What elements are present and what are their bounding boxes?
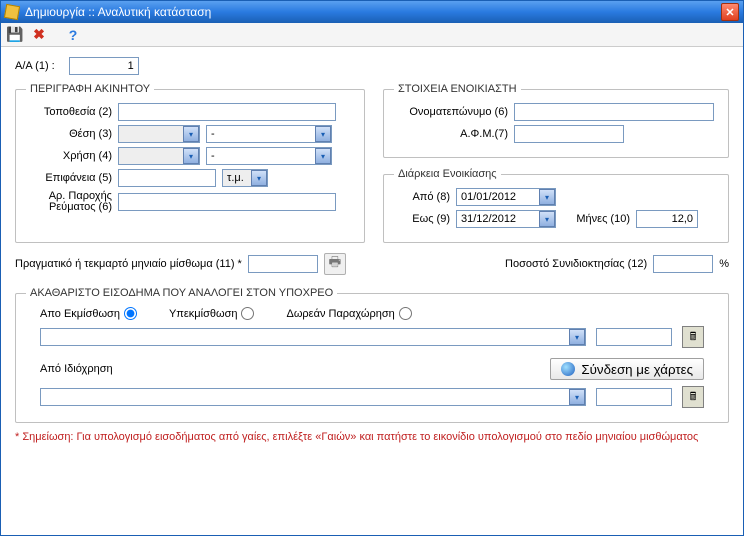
gross-income-fieldset: ΑΚΑΘΑΡΙΣΤΟ ΕΙΣΟΔΗΜΑ ΠΟΥ ΑΝΑΛΟΓΕΙ ΣΤΟΝ ΥΠ… bbox=[15, 287, 729, 423]
to-label: Εως (9) bbox=[394, 213, 456, 225]
rent-input[interactable] bbox=[248, 255, 318, 273]
chevron-down-icon bbox=[539, 189, 555, 205]
afm-label: Α.Φ.Μ.(7) bbox=[394, 128, 514, 140]
location-label: Τοποθεσία (2) bbox=[26, 106, 118, 118]
tenant-fieldset: ΣΤΟΙΧΕΙΑ ΕΝΟΙΚΙΑΣΤΗ Ονοματεπώνυμο (6) Α.… bbox=[383, 83, 729, 158]
content: Α/Α (1) : ΠΕΡΙΓΡΑΦΗ ΑΚΙΝΗΤΟΥ Τοποθεσία (… bbox=[1, 47, 743, 535]
months-label: Μήνες (10) bbox=[556, 213, 636, 225]
fullname-label: Ονοματεπώνυμο (6) bbox=[394, 106, 514, 118]
calculator-icon: 🖩 bbox=[690, 388, 697, 407]
toolbar: 💾 ✖ ? bbox=[1, 23, 743, 47]
printer-icon: 🖶 bbox=[329, 253, 342, 275]
chevron-down-icon bbox=[183, 148, 199, 164]
use-label: Χρήση (4) bbox=[26, 150, 118, 162]
rent-calc-button[interactable]: 🖶 bbox=[324, 253, 346, 275]
to-date-input[interactable]: 31/12/2012 bbox=[456, 210, 556, 228]
opt-sublease[interactable]: Υπεκμίσθωση bbox=[169, 307, 255, 320]
opt-free[interactable]: Δωρεάν Παραχώρηση bbox=[286, 307, 411, 320]
area-label: Επιφάνεια (5) bbox=[26, 172, 118, 184]
aa-label: Α/Α (1) : bbox=[15, 60, 61, 72]
from-label: Από (8) bbox=[394, 191, 456, 203]
from-date-value: 01/01/2012 bbox=[457, 191, 539, 203]
ownership-label: Ποσοστό Συνιδιοκτησίας (12) bbox=[505, 258, 647, 270]
property-description-fieldset: ΠΕΡΙΓΡΑΦΗ ΑΚΙΝΗΤΟΥ Τοποθεσία (2) Θέση (3… bbox=[15, 83, 365, 243]
months-input[interactable] bbox=[636, 210, 698, 228]
chevron-down-icon bbox=[569, 389, 585, 405]
window-title: Δημιουργία :: Αναλυτική κατάσταση bbox=[25, 5, 211, 19]
position-desc-value: - bbox=[207, 128, 315, 140]
income-amount-1[interactable] bbox=[596, 328, 672, 346]
chevron-down-icon bbox=[539, 211, 555, 227]
area-unit-dropdown[interactable]: τ.μ. bbox=[222, 169, 268, 187]
maps-link-button[interactable]: Σύνδεση με χάρτες bbox=[550, 358, 704, 380]
close-button[interactable]: ✕ bbox=[721, 3, 739, 21]
save-button[interactable]: 💾 bbox=[5, 25, 25, 45]
chevron-down-icon bbox=[251, 170, 267, 186]
from-date-input[interactable]: 01/01/2012 bbox=[456, 188, 556, 206]
window: Δημιουργία :: Αναλυτική κατάσταση ✕ 💾 ✖ … bbox=[0, 0, 744, 536]
use-code-dropdown[interactable] bbox=[118, 147, 200, 165]
property-description-legend: ΠΕΡΙΓΡΑΦΗ ΑΚΙΝΗΤΟΥ bbox=[26, 83, 154, 95]
aa-input[interactable] bbox=[69, 57, 139, 75]
fullname-input[interactable] bbox=[514, 103, 714, 121]
location-input[interactable] bbox=[118, 103, 336, 121]
titlebar: Δημιουργία :: Αναλυτική κατάσταση ✕ bbox=[1, 1, 743, 23]
position-code-dropdown[interactable] bbox=[118, 125, 200, 143]
calc-button-1[interactable]: 🖩 bbox=[682, 326, 704, 348]
chevron-down-icon bbox=[315, 126, 331, 142]
cancel-button[interactable]: ✖ bbox=[29, 25, 49, 45]
use-desc-value: - bbox=[207, 150, 315, 162]
app-icon bbox=[4, 4, 20, 20]
help-button[interactable]: ? bbox=[63, 25, 83, 45]
globe-icon bbox=[561, 362, 575, 376]
chevron-down-icon bbox=[183, 126, 199, 142]
opt-ownuse-label: Από Ιδιόχρηση bbox=[40, 363, 113, 375]
area-input[interactable] bbox=[118, 169, 216, 187]
tenant-legend: ΣΤΟΙΧΕΙΑ ΕΝΟΙΚΙΑΣΤΗ bbox=[394, 83, 521, 95]
chevron-down-icon bbox=[569, 329, 585, 345]
ownership-unit: % bbox=[719, 258, 729, 270]
calc-button-2[interactable]: 🖩 bbox=[682, 386, 704, 408]
afm-input[interactable] bbox=[514, 125, 624, 143]
power-label-2: Ρεύματος (6) bbox=[26, 202, 112, 213]
position-desc-dropdown[interactable]: - bbox=[206, 125, 332, 143]
ownership-input[interactable] bbox=[653, 255, 713, 273]
gross-income-legend: ΑΚΑΘΑΡΙΣΤΟ ΕΙΣΟΔΗΜΑ ΠΟΥ ΑΝΑΛΟΓΕΙ ΣΤΟΝ ΥΠ… bbox=[26, 287, 337, 299]
duration-legend: Διάρκεια Ενοικίασης bbox=[394, 168, 501, 180]
rent-label: Πραγματικό ή τεκμαρτό μηνιαίο μίσθωμα (1… bbox=[15, 258, 242, 270]
position-label: Θέση (3) bbox=[26, 128, 118, 140]
power-input[interactable] bbox=[118, 193, 336, 211]
calculator-icon: 🖩 bbox=[690, 328, 697, 347]
duration-fieldset: Διάρκεια Ενοικίασης Από (8) 01/01/2012 Ε… bbox=[383, 168, 729, 243]
area-unit-value: τ.μ. bbox=[227, 172, 244, 184]
chevron-down-icon bbox=[315, 148, 331, 164]
income-type-dropdown-2[interactable] bbox=[40, 388, 586, 406]
to-date-value: 31/12/2012 bbox=[457, 213, 539, 225]
income-amount-2[interactable] bbox=[596, 388, 672, 406]
footnote: * Σημείωση: Για υπολογισμό εισοδήματος α… bbox=[15, 431, 729, 443]
opt-lease[interactable]: Απο Εκμίσθωση bbox=[40, 307, 137, 320]
use-desc-dropdown[interactable]: - bbox=[206, 147, 332, 165]
income-type-dropdown-1[interactable] bbox=[40, 328, 586, 346]
